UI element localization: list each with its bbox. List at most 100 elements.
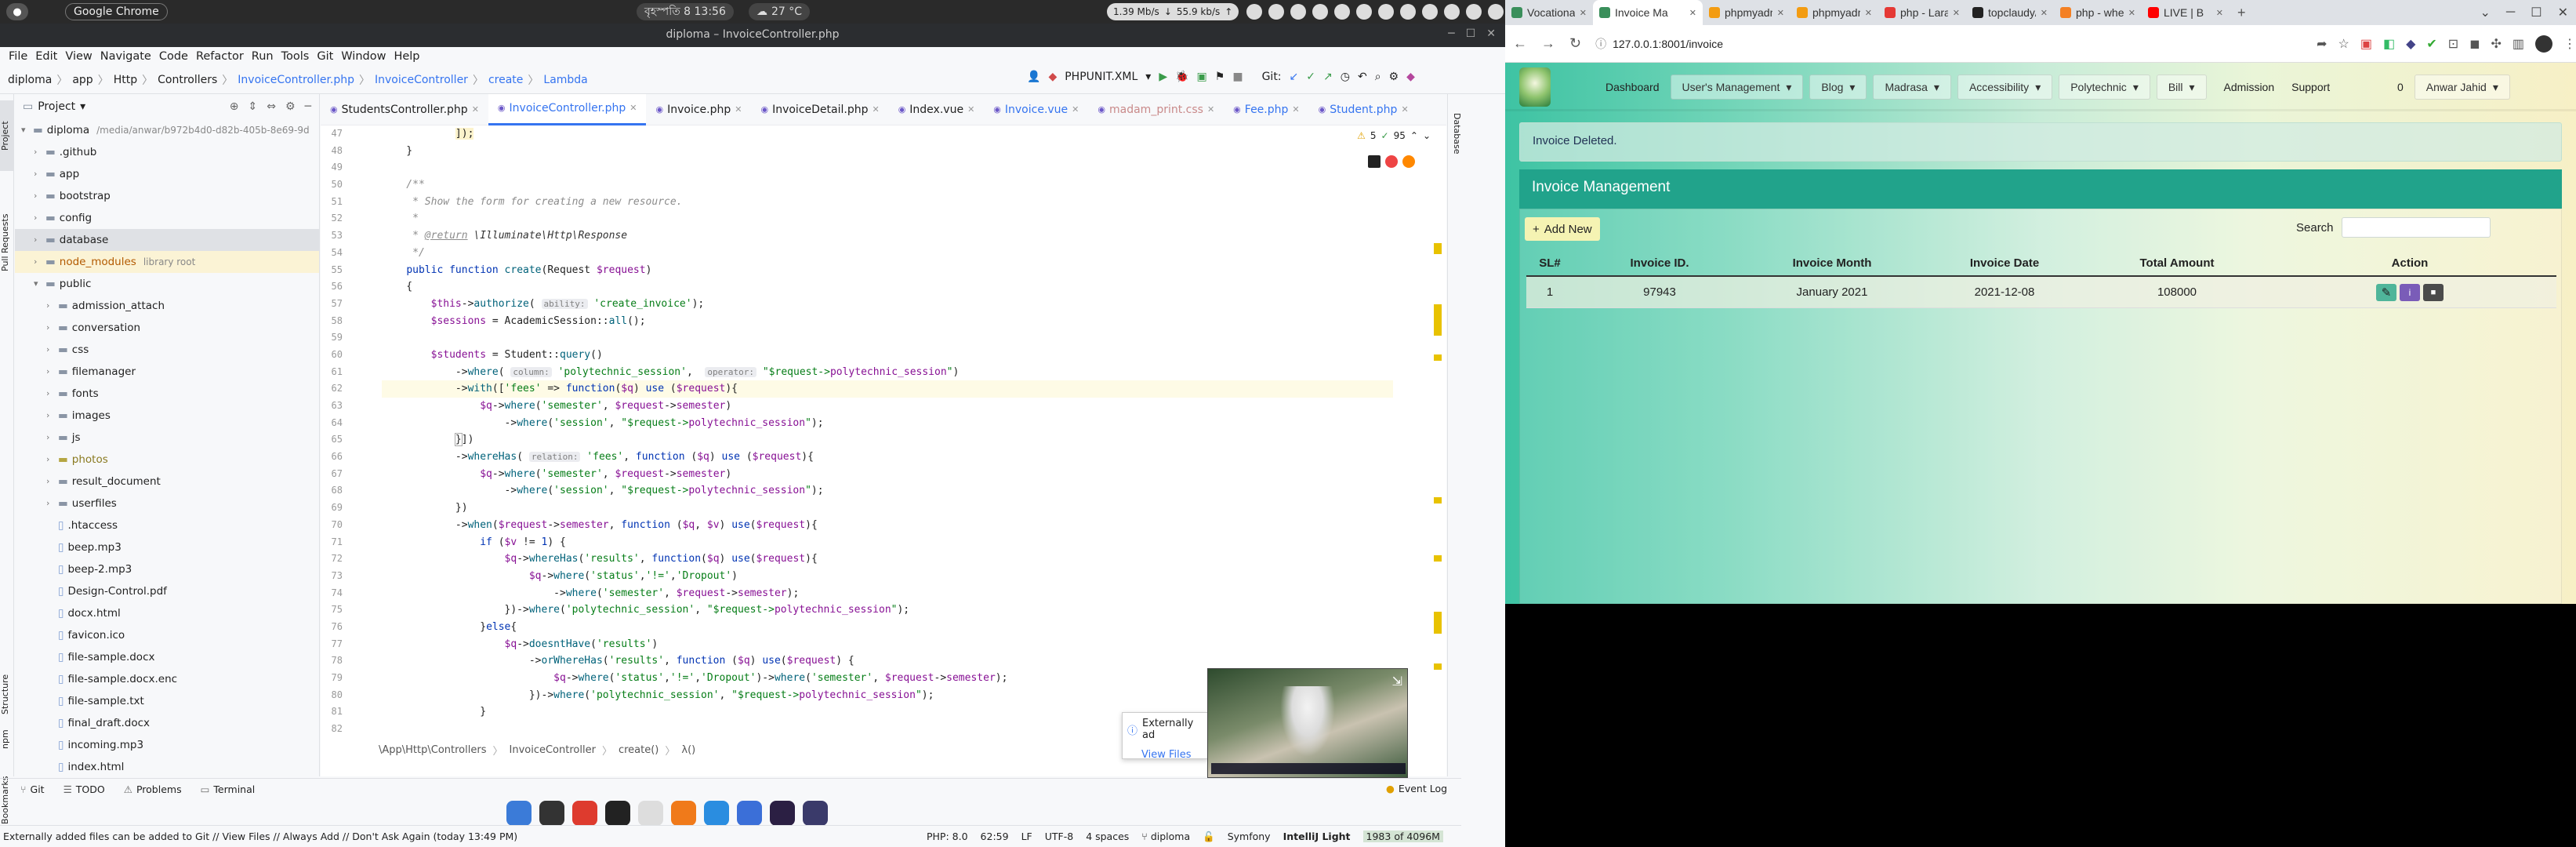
menu-code[interactable]: Code xyxy=(155,50,192,63)
breadcrumb-item[interactable]: InvoiceController.php xyxy=(238,74,354,86)
chevron-right-icon[interactable]: › xyxy=(46,493,54,514)
framework-indicator[interactable]: Symfony xyxy=(1228,831,1271,842)
tray-icon-10[interactable] xyxy=(1444,4,1460,20)
line-number[interactable]: 49 xyxy=(321,159,377,176)
tree-folder[interactable]: › ▬ app xyxy=(15,163,319,185)
coverage-icon[interactable]: ▣ xyxy=(1197,71,1207,83)
chevron-right-icon[interactable]: › xyxy=(46,317,54,339)
browser-tab[interactable]: php - when ✕ xyxy=(2054,0,2142,25)
line-number[interactable]: 52 xyxy=(321,210,377,227)
screenshot-icon[interactable] xyxy=(704,801,729,826)
event-log-button[interactable]: ● Event Log xyxy=(1386,783,1447,794)
software-icon[interactable] xyxy=(803,801,828,826)
phpstorm-icon[interactable] xyxy=(770,801,795,826)
close-tab-icon[interactable]: ✕ xyxy=(735,94,742,125)
chevron-right-icon[interactable]: › xyxy=(46,295,54,317)
tree-file[interactable]: ▯ Design-Control.pdf xyxy=(15,580,319,602)
tray-icon-9[interactable] xyxy=(1422,4,1438,20)
browser-tab[interactable]: phpmyadmi ✕ xyxy=(1703,0,1791,25)
extensions-puzzle-icon[interactable]: ✣ xyxy=(2491,36,2501,52)
line-number[interactable]: 69 xyxy=(321,500,377,517)
firefox-preview-icon[interactable] xyxy=(1402,155,1415,168)
breadcrumb-item[interactable]: diploma xyxy=(8,74,52,86)
git-push-icon[interactable]: ↗ xyxy=(1323,71,1333,83)
chevron-right-icon[interactable]: › xyxy=(46,449,54,471)
browser-tab[interactable]: topclaudy/c ✕ xyxy=(1966,0,2054,25)
extension-icon-2[interactable]: ◧ xyxy=(2383,36,2395,52)
tree-folder[interactable]: › ▬ result_document xyxy=(15,471,319,493)
line-number[interactable]: 68 xyxy=(321,482,377,500)
maximize-icon[interactable]: ☐ xyxy=(1466,27,1476,40)
sidebar-icon[interactable]: ▥ xyxy=(2513,36,2524,52)
tab-search-icon[interactable]: ⌄ xyxy=(2480,5,2491,20)
maximize-icon[interactable]: ☐ xyxy=(2531,5,2542,20)
clock[interactable]: বৃহস্পতি 8 13:56 xyxy=(637,3,734,20)
focused-app-label[interactable]: Google Chrome xyxy=(65,3,168,20)
close-tab-icon[interactable]: ✕ xyxy=(1580,8,1587,18)
search-input[interactable] xyxy=(2341,217,2491,238)
share-icon[interactable]: ➦ xyxy=(2317,36,2327,52)
tray-icon-8[interactable] xyxy=(1400,4,1416,20)
close-icon[interactable]: ✕ xyxy=(1486,27,1496,40)
close-tab-icon[interactable]: ✕ xyxy=(1689,8,1696,18)
firefox-icon[interactable] xyxy=(671,801,696,826)
close-tab-icon[interactable]: ✕ xyxy=(967,94,974,125)
tree-folder[interactable]: › ▬ conversation xyxy=(15,317,319,339)
structure-tool-button[interactable]: Structure xyxy=(0,667,14,722)
editor-tab[interactable]: ◉ Invoice.php ✕ xyxy=(646,94,751,125)
editor-tab[interactable]: ◉ Student.php ✕ xyxy=(1309,94,1418,125)
chevron-right-icon[interactable]: › xyxy=(46,339,54,361)
code-breadcrumb-item[interactable]: InvoiceController xyxy=(510,744,596,756)
rollback-icon[interactable]: ↶ xyxy=(1358,71,1367,83)
chevron-right-icon[interactable]: › xyxy=(34,251,42,273)
breadcrumb-item[interactable]: Controllers xyxy=(158,74,217,86)
minimize-icon[interactable]: ─ xyxy=(1448,27,1454,40)
tray-icon-3[interactable] xyxy=(1290,4,1306,20)
tool-window-terminal[interactable]: ▭ Terminal xyxy=(201,783,256,795)
line-number[interactable]: 66 xyxy=(321,449,377,466)
nav-dashboard[interactable]: Dashboard xyxy=(1605,81,1660,93)
tree-folder[interactable]: › ▬ database xyxy=(15,229,319,251)
tree-file[interactable]: ▯ file-sample.txt xyxy=(15,690,319,712)
close-tab-icon[interactable]: ✕ xyxy=(1865,8,1872,18)
database-tool-button[interactable]: Database xyxy=(1448,102,1462,165)
tray-icon-11[interactable] xyxy=(1466,4,1482,20)
tree-folder[interactable]: › ▬ admission_attach xyxy=(15,295,319,317)
line-number[interactable]: 61 xyxy=(321,364,377,381)
tool-window-git[interactable]: ⑂ Git xyxy=(20,783,45,795)
debug-icon[interactable]: 🐞 xyxy=(1175,71,1188,83)
collapse-all-icon[interactable]: ⇔ xyxy=(267,100,276,113)
minimize-icon[interactable]: ─ xyxy=(2506,5,2515,20)
line-number[interactable]: 71 xyxy=(321,534,377,551)
tree-file[interactable]: ▯ final_draft.docx xyxy=(15,712,319,734)
file-encoding[interactable]: UTF-8 xyxy=(1045,831,1073,842)
tree-folder[interactable]: › ▬ userfiles xyxy=(15,493,319,514)
nav-dropdown-madrasa[interactable]: Madrasa ▾ xyxy=(1873,75,1951,100)
line-number[interactable]: 58 xyxy=(321,313,377,330)
menu-edit[interactable]: Edit xyxy=(31,50,61,63)
tree-folder[interactable]: ▾ ▬ diploma/media/anwar/b972b4d0-d82b-405b… xyxy=(15,119,319,141)
bookmark-star-icon[interactable]: ☆ xyxy=(2338,36,2349,52)
profile-avatar[interactable] xyxy=(2535,35,2552,53)
chevron-down-icon[interactable]: ⌄ xyxy=(1423,130,1431,141)
tree-folder[interactable]: › ▬ photos xyxy=(15,449,319,471)
hide-icon[interactable]: ─ xyxy=(305,100,311,113)
rhythmbox-icon[interactable] xyxy=(539,801,564,826)
php-version[interactable]: PHP: 8.0 xyxy=(927,831,968,842)
run-config-select[interactable]: PHPUNIT.XML xyxy=(1065,71,1137,83)
menu-git[interactable]: Git xyxy=(313,50,337,63)
breadcrumb-item[interactable]: app xyxy=(72,74,93,86)
theme-indicator[interactable]: IntelliJ Light xyxy=(1283,831,1351,842)
memory-indicator[interactable]: 1983 of 4096M xyxy=(1362,831,1443,842)
chevron-right-icon[interactable]: › xyxy=(34,163,42,185)
new-tab-icon[interactable]: + xyxy=(2237,5,2246,21)
tool-window-todo[interactable]: ☰ TODO xyxy=(63,783,105,795)
line-number[interactable]: 67 xyxy=(321,466,377,483)
tree-folder[interactable]: › ▬ fonts xyxy=(15,383,319,405)
chevron-right-icon[interactable]: › xyxy=(46,427,54,449)
browser-tab[interactable]: phpmyadmi ✕ xyxy=(1791,0,1878,25)
line-number[interactable]: 62 xyxy=(321,380,377,398)
delete-button[interactable]: ■ xyxy=(2423,283,2444,301)
text-editor-icon[interactable] xyxy=(638,801,663,826)
site-logo[interactable] xyxy=(1519,67,1551,107)
